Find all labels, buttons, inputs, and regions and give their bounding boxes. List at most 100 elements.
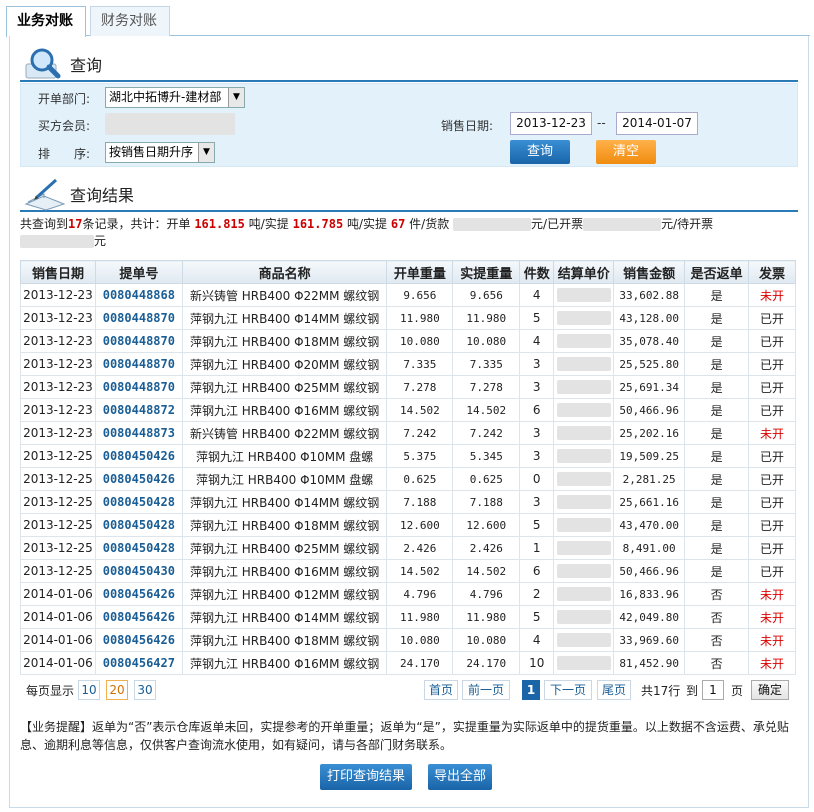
goto-page-input[interactable]: 1 (702, 680, 724, 700)
col-header-product[interactable]: 商品名称 (181, 260, 388, 284)
col-header-amount[interactable]: 销售金额 (613, 260, 686, 284)
cell-product: 萍钢九江 HRB400 Φ18MM 螺纹钢 (181, 628, 388, 652)
cell-open-weight: 7.188 (386, 490, 454, 514)
cell-bill-no[interactable]: 0080448873 (94, 421, 183, 445)
cell-returned: 否 (684, 582, 750, 606)
table-row: 2014-01-06 0080456426 萍钢九江 HRB400 Φ18MM 螺纹… (20, 628, 796, 652)
cell-unit-price (553, 651, 615, 675)
date-separator: -- (597, 116, 606, 130)
cell-open-weight: 14.502 (386, 398, 454, 422)
redacted-price (556, 472, 611, 487)
magnifier-icon (25, 48, 61, 79)
cell-returned: 是 (684, 421, 750, 445)
cell-returned: 否 (684, 651, 750, 675)
cell-returned: 是 (684, 513, 750, 537)
cell-unit-price (553, 605, 615, 629)
cell-bill-no[interactable]: 0080450426 (94, 444, 183, 468)
print-results-button[interactable]: 打印查询结果 (320, 764, 412, 790)
export-all-button[interactable]: 导出全部 (428, 764, 492, 790)
current-page[interactable]: 1 (522, 680, 540, 700)
cell-bill-no[interactable]: 0080456426 (94, 628, 183, 652)
cell-bill-no[interactable]: 0080456426 (94, 605, 183, 629)
cell-bill-no[interactable]: 0080456426 (94, 582, 183, 606)
clear-button[interactable]: 清空 (596, 140, 656, 164)
cell-amount: 35,078.40 (613, 329, 686, 353)
cell-returned: 是 (684, 444, 750, 468)
cell-pieces: 6 (519, 559, 555, 583)
sort-select[interactable]: 按销售日期升序 ▼ (105, 142, 215, 163)
cell-bill-no[interactable]: 0080450428 (94, 513, 183, 537)
cell-pieces: 5 (519, 513, 555, 537)
cell-date: 2013-12-23 (20, 375, 96, 399)
search-button[interactable]: 查询 (510, 140, 570, 164)
redacted-price (556, 357, 611, 372)
results-title: 查询结果 (70, 186, 135, 205)
cell-invoice: 已开 (748, 444, 796, 468)
member-field-redacted[interactable] (105, 113, 235, 135)
results-summary: 共查询到17条记录，共计：开单 161.815 吨/实提 161.785 吨/实… (20, 216, 796, 250)
confirm-button[interactable]: 确定 (751, 680, 789, 700)
cell-real-weight: 12.600 (452, 513, 521, 537)
redacted-price (556, 495, 611, 510)
query-panel: 开单部门: 湖北中拓博升-建材部 ▼ 买方会员: 排 序: 按销售日期升序 ▼ … (20, 83, 798, 167)
tab-finance-reconciliation[interactable]: 财务对账 (90, 6, 170, 36)
cell-bill-no[interactable]: 0080450430 (94, 559, 183, 583)
cell-amount: 25,691.34 (613, 375, 686, 399)
page-size-30[interactable]: 30 (134, 680, 156, 700)
col-header-returned[interactable]: 是否返单 (684, 260, 750, 284)
sort-label: 排 序: (38, 147, 91, 161)
col-header-unit-price[interactable]: 结算单价 (553, 260, 615, 284)
page-size-20[interactable]: 20 (106, 680, 128, 700)
date-to-input[interactable]: 2014-01-07 (616, 112, 698, 135)
redacted-price (556, 633, 611, 648)
redacted-price (556, 564, 611, 579)
cell-date: 2013-12-23 (20, 306, 96, 330)
table-header-row: 销售日期 提单号 商品名称 开单重量 实提重量 件数 结算单价 销售金额 是否返… (20, 260, 796, 284)
date-label: 销售日期: (441, 119, 494, 133)
cell-product: 萍钢九江 HRB400 Φ14MM 螺纹钢 (181, 490, 388, 514)
col-header-real-weight[interactable]: 实提重量 (452, 260, 521, 284)
cell-invoice: 已开 (748, 536, 796, 560)
table-row: 2013-12-25 0080450430 萍钢九江 HRB400 Φ16MM 螺纹… (20, 559, 796, 583)
col-header-date[interactable]: 销售日期 (20, 260, 96, 284)
dept-select[interactable]: 湖北中拓博升-建材部 ▼ (105, 87, 245, 108)
cell-pieces: 3 (519, 444, 555, 468)
cell-real-weight: 2.426 (452, 536, 521, 560)
cell-product: 萍钢九江 HRB400 Φ14MM 螺纹钢 (181, 605, 388, 629)
cell-bill-no[interactable]: 0080448868 (94, 283, 183, 307)
col-header-invoice[interactable]: 发票 (748, 260, 796, 284)
cell-open-weight: 7.335 (386, 352, 454, 376)
cell-bill-no[interactable]: 0080448872 (94, 398, 183, 422)
tab-business-reconciliation[interactable]: 业务对账 (6, 6, 86, 37)
cell-amount: 33,602.88 (613, 283, 686, 307)
summary-text: 条记录，共计：开单 (82, 217, 191, 231)
redacted-amount (453, 218, 532, 231)
cell-bill-no[interactable]: 0080448870 (94, 375, 183, 399)
cell-bill-no[interactable]: 0080450426 (94, 467, 183, 491)
last-page-button[interactable]: 尾页 (597, 680, 631, 700)
cell-bill-no[interactable]: 0080448870 (94, 329, 183, 353)
cell-amount: 2,281.25 (613, 467, 686, 491)
cell-date: 2013-12-23 (20, 421, 96, 445)
real-weight: 161.785 (292, 217, 344, 231)
first-page-button[interactable]: 首页 (424, 680, 458, 700)
cell-bill-no[interactable]: 0080456427 (94, 651, 183, 675)
cell-real-weight: 5.345 (452, 444, 521, 468)
cell-bill-no[interactable]: 0080448870 (94, 352, 183, 376)
cell-bill-no[interactable]: 0080450428 (94, 490, 183, 514)
date-from-input[interactable]: 2013-12-23 (510, 112, 592, 135)
cell-date: 2013-12-25 (20, 467, 96, 491)
col-header-pieces[interactable]: 件数 (519, 260, 555, 284)
col-header-open-weight[interactable]: 开单重量 (386, 260, 454, 284)
goto-label: 到 (686, 684, 699, 698)
next-page-button[interactable]: 下一页 (544, 680, 592, 700)
cell-unit-price (553, 306, 615, 330)
col-header-bill-no[interactable]: 提单号 (94, 260, 183, 284)
cell-pieces: 4 (519, 628, 555, 652)
prev-page-button[interactable]: 前一页 (462, 680, 510, 700)
dept-select-value: 湖北中拓博升-建材部 (109, 90, 222, 104)
cell-bill-no[interactable]: 0080448870 (94, 306, 183, 330)
cell-date: 2013-12-23 (20, 329, 96, 353)
page-size-10[interactable]: 10 (78, 680, 100, 700)
cell-bill-no[interactable]: 0080450428 (94, 536, 183, 560)
